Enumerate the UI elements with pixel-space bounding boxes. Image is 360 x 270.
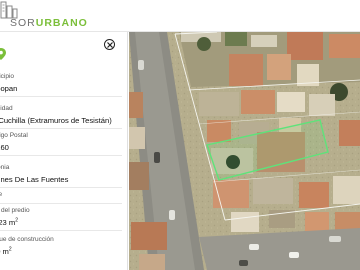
- divider: [0, 230, 122, 231]
- field-municipio: unicipio apopan: [0, 73, 122, 94]
- logo-prefix: SOR: [10, 17, 36, 29]
- selected-parcel-outline[interactable]: [129, 32, 360, 270]
- field-label: unicipio: [0, 73, 15, 80]
- field-value: a Cuchilla (Extramuros de Tesistán): [0, 116, 112, 125]
- field-calle: alle: [0, 191, 122, 202]
- divider: [0, 128, 122, 129]
- field-value: apopan: [0, 84, 18, 93]
- field-label: ódigo Postal: [0, 132, 28, 139]
- app-header: SORURBANO: [0, 0, 360, 32]
- logo-wordmark: SORURBANO: [10, 17, 88, 29]
- divider: [0, 203, 122, 204]
- construction-unit-sup: 2: [8, 246, 12, 253]
- field-label: alle: [0, 191, 122, 199]
- location-pin-icon: [0, 48, 6, 60]
- field-value: 00 m2: [0, 247, 122, 257]
- area-value: 2.23 m: [0, 218, 16, 227]
- divider: [0, 96, 122, 97]
- field-label: oque de construcción: [0, 236, 54, 243]
- close-panel-button[interactable]: [104, 39, 115, 50]
- field-bloque-construccion: oque de construcción 00 m2: [0, 236, 122, 257]
- field-value: rdines De Las Fuentes: [0, 175, 69, 184]
- field-label: olonia: [0, 164, 10, 171]
- field-value: 5160: [0, 143, 9, 152]
- area-unit-sup: 2: [15, 217, 18, 224]
- field-label: calidad: [0, 105, 13, 112]
- divider: [0, 155, 122, 156]
- field-area-predio: ea del predio 2.23 m2: [0, 207, 122, 228]
- logo-suffix: URBANO: [35, 17, 88, 29]
- close-icon: [106, 41, 113, 48]
- property-info-panel: unicipio apopan calidad a Cuchilla (Extr…: [0, 32, 128, 270]
- divider: [0, 187, 122, 188]
- field-label: ea del predio: [0, 207, 30, 214]
- satellite-map[interactable]: [129, 32, 360, 270]
- field-colonia: olonia rdines De Las Fuentes: [0, 164, 122, 185]
- field-localidad: calidad a Cuchilla (Extramuros de Tesist…: [0, 105, 122, 126]
- field-codigo-postal: ódigo Postal 5160: [0, 132, 122, 153]
- field-value: 2.23 m2: [0, 218, 122, 228]
- construction-value: 00 m: [0, 247, 9, 256]
